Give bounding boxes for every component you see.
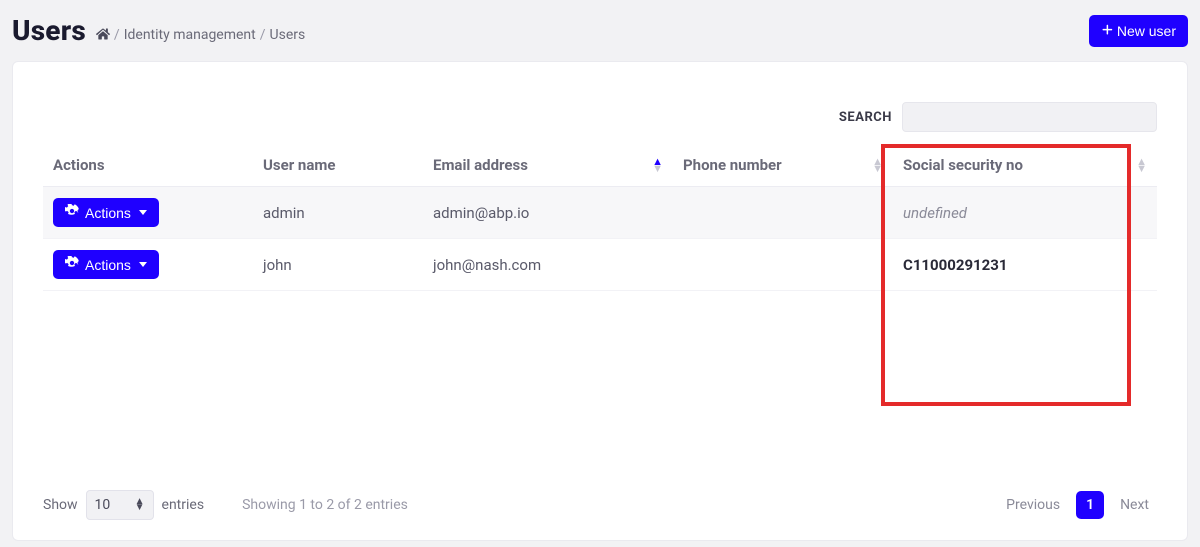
users-table: Actions User name Email address ▲▼ Phone…: [43, 144, 1157, 291]
table-row: Actions john john@nash.com C11000291231: [43, 239, 1157, 291]
table-info: Showing 1 to 2 of 2 entries: [242, 497, 408, 513]
cell-email: john@nash.com: [423, 239, 673, 291]
col-header-email[interactable]: Email address ▲▼: [423, 144, 673, 187]
page-length-select[interactable]: 10 ▲▼: [86, 490, 154, 520]
new-user-label: New user: [1117, 23, 1176, 39]
chevron-down-icon: [139, 262, 147, 267]
search-label: SEARCH: [839, 110, 892, 125]
col-header-phone[interactable]: Phone number ▲▼: [673, 144, 893, 187]
cell-ssn: undefined: [893, 187, 1157, 239]
breadcrumb: / Identity management / Users: [96, 26, 305, 44]
cell-username: admin: [253, 187, 423, 239]
pagination-next[interactable]: Next: [1112, 491, 1157, 519]
col-header-ssn-label: Social security no: [903, 156, 1023, 174]
col-header-actions: Actions: [43, 144, 253, 187]
plus-icon: [1101, 23, 1113, 39]
gear-icon: [65, 204, 79, 221]
table-row: Actions admin admin@abp.io undefined: [43, 187, 1157, 239]
stepper-icon: ▲▼: [135, 499, 145, 511]
page-length-value: 10: [95, 497, 111, 513]
breadcrumb-separator: /: [114, 27, 120, 43]
cell-username: john: [253, 239, 423, 291]
breadcrumb-separator: /: [260, 27, 266, 43]
search-input[interactable]: [902, 102, 1157, 132]
cell-ssn: C11000291231: [893, 239, 1157, 291]
row-actions-label: Actions: [85, 257, 131, 273]
show-label: Show: [43, 497, 78, 513]
chevron-down-icon: [139, 210, 147, 215]
page-title: Users: [12, 14, 86, 47]
entries-label: entries: [162, 497, 205, 513]
home-icon[interactable]: [96, 26, 110, 44]
cell-phone: [673, 239, 893, 291]
col-header-email-label: Email address: [433, 156, 528, 174]
pagination-previous[interactable]: Previous: [998, 491, 1068, 519]
sort-icon: ▲▼: [872, 158, 883, 172]
col-header-phone-label: Phone number: [683, 156, 782, 174]
row-actions-button[interactable]: Actions: [53, 198, 159, 227]
sort-icon: ▲▼: [1136, 158, 1147, 172]
pagination-page-1[interactable]: 1: [1076, 491, 1104, 519]
col-header-ssn[interactable]: Social security no ▲▼: [893, 144, 1157, 187]
row-actions-label: Actions: [85, 205, 131, 221]
pagination: Previous 1 Next: [998, 491, 1157, 519]
cell-email: admin@abp.io: [423, 187, 673, 239]
users-card: SEARCH Actions User name Email address ▲…: [12, 61, 1188, 541]
cell-phone: [673, 187, 893, 239]
breadcrumb-users: Users: [270, 27, 306, 43]
row-actions-button[interactable]: Actions: [53, 250, 159, 279]
col-header-username[interactable]: User name: [253, 144, 423, 187]
gear-icon: [65, 256, 79, 273]
new-user-button[interactable]: New user: [1089, 15, 1188, 47]
sort-icon: ▲▼: [652, 158, 663, 172]
breadcrumb-identity-management[interactable]: Identity management: [124, 27, 256, 43]
